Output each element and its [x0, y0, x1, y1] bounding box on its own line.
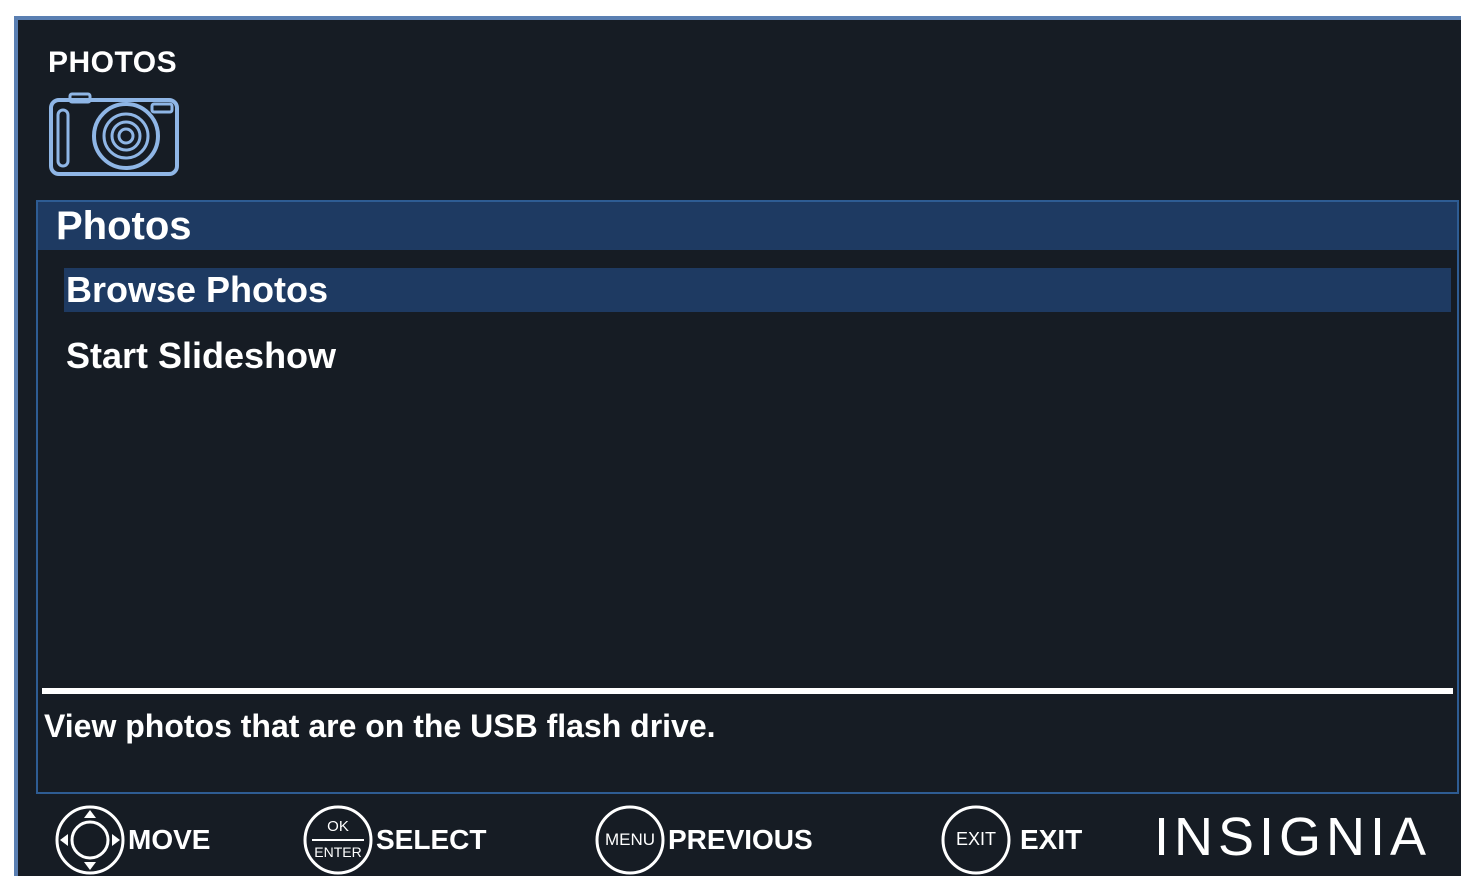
help-description: View photos that are on the USB flash dr… [44, 708, 716, 744]
select-hint: OK ENTER SELECT [302, 802, 486, 878]
move-label: MOVE [128, 824, 211, 855]
ok-icon-text: OK [327, 818, 349, 835]
exit-label: EXIT [1020, 824, 1083, 855]
move-hint: MOVE [54, 802, 210, 878]
panel-title-bar: Photos [38, 202, 1457, 250]
exit-icon-text: EXIT [955, 829, 996, 849]
camera-icon [48, 92, 182, 178]
previous-label: PREVIOUS [668, 824, 813, 855]
menu-icon: MENU [594, 804, 666, 876]
exit-hint: EXIT EXIT [940, 802, 1082, 878]
menu-item-start-slideshow[interactable]: Start Slideshow [64, 334, 1451, 378]
menu-item-browse-photos[interactable]: Browse Photos [64, 268, 1451, 312]
page-title: PHOTOS [48, 46, 178, 79]
tv-screen: PHOTOS Photos Browse Photos Start Slides… [14, 16, 1461, 876]
divider [42, 688, 1453, 694]
select-label: SELECT [376, 824, 487, 855]
brand-logo: INSIGNIA [1154, 807, 1432, 867]
previous-hint: MENU PREVIOUS [594, 802, 813, 878]
dpad-icon [54, 804, 126, 876]
panel-title: Photos [56, 204, 192, 248]
exit-icon: EXIT [940, 804, 1012, 876]
menu-icon-text: MENU [604, 830, 656, 849]
photos-panel: Photos Browse Photos Start Slideshow Vie… [36, 200, 1459, 794]
ok-enter-icon: OK ENTER [302, 804, 374, 876]
enter-icon-text: ENTER [314, 844, 362, 860]
